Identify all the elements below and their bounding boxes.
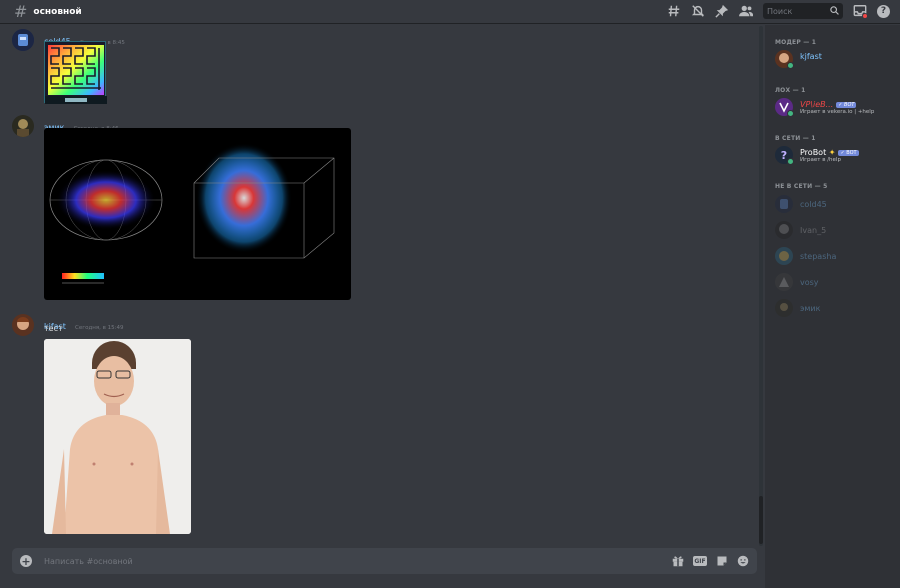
- notification-dot: [862, 13, 868, 19]
- avatar: [775, 195, 793, 213]
- online-status-icon: [787, 158, 794, 165]
- mute-icon[interactable]: [691, 4, 705, 18]
- hilbert-curve-image[interactable]: [44, 41, 107, 104]
- member-list: МОДЕР — 1 kjfast ЛОХ — 1 VP\ieB... ✓ BOT …: [765, 25, 900, 588]
- section-title-loh: ЛОХ — 1: [775, 87, 806, 94]
- gif-button[interactable]: GIF: [693, 556, 707, 566]
- search-placeholder: Поиск: [767, 6, 793, 16]
- member-activity: Играет в /help: [800, 157, 841, 163]
- member-item[interactable]: Ivan_5: [775, 221, 895, 243]
- message-text: тест: [44, 324, 63, 333]
- avatar: [775, 247, 793, 265]
- search-icon: [830, 5, 839, 17]
- member-name: stepasha: [800, 252, 837, 261]
- inbox-icon[interactable]: [853, 4, 868, 19]
- member-item[interactable]: vosy: [775, 273, 895, 295]
- message-list[interactable]: cold45 Сегодня, в 8:45: [0, 25, 760, 545]
- member-name: эмик: [800, 304, 821, 313]
- member-name: ProBot ✦ ✓ BOT: [800, 148, 859, 157]
- avatar[interactable]: [12, 29, 34, 51]
- avatar[interactable]: [12, 314, 34, 336]
- channel-header: # основной Поиск ?: [0, 0, 900, 24]
- channel-hash-icon: #: [14, 1, 28, 21]
- member-item[interactable]: stepasha: [775, 247, 895, 269]
- members-icon[interactable]: [739, 4, 753, 18]
- member-name: Ivan_5: [800, 226, 827, 235]
- member-item[interactable]: kjfast: [775, 50, 895, 72]
- header-toolbar: Поиск ?: [667, 3, 890, 19]
- emoji-icon[interactable]: [737, 555, 749, 567]
- section-title-moder: МОДЕР — 1: [775, 39, 817, 46]
- bot-tag: ✓ BOT: [836, 102, 857, 108]
- threads-icon[interactable]: [667, 4, 681, 18]
- member-item[interactable]: VP\ieB... ✓ BOT Играет в vekera.io | +hel…: [775, 98, 895, 120]
- message-composer: + Написать #основной GIF: [12, 548, 757, 574]
- search-input[interactable]: Поиск: [763, 3, 843, 19]
- sticker-icon[interactable]: [716, 555, 728, 567]
- avatar: [775, 273, 793, 291]
- channel-name: основной: [33, 6, 82, 17]
- sparkle-icon: ✦: [828, 148, 836, 157]
- member-name: cold45: [800, 200, 827, 209]
- avatar: [775, 221, 793, 239]
- member-name: VP\ieB... ✓ BOT: [800, 100, 857, 109]
- member-name: kjfast: [800, 52, 822, 61]
- galaxy-map-image[interactable]: [44, 128, 351, 300]
- section-title-offline: НЕ В СЕТИ — 5: [775, 183, 828, 190]
- chat-scrollbar[interactable]: [759, 26, 763, 546]
- photo-image[interactable]: [44, 339, 191, 534]
- member-item[interactable]: cold45: [775, 195, 895, 217]
- online-status-icon: [787, 62, 794, 69]
- member-activity: Играет в vekera.io | +help: [800, 109, 875, 115]
- online-status-icon: [787, 110, 794, 117]
- message-input[interactable]: Написать #основной: [44, 557, 672, 566]
- member-item[interactable]: эмик: [775, 299, 895, 321]
- scrollbar-thumb[interactable]: [759, 496, 763, 544]
- composer-tools: GIF: [672, 555, 749, 567]
- section-title-online: В СЕТИ — 1: [775, 135, 816, 142]
- avatar[interactable]: [12, 115, 34, 137]
- pin-icon[interactable]: [715, 4, 729, 18]
- attach-plus-icon[interactable]: +: [20, 555, 32, 567]
- timestamp: Сегодня, в 15:49: [74, 325, 124, 331]
- member-name: vosy: [800, 278, 819, 287]
- help-icon[interactable]: ?: [877, 4, 890, 18]
- member-item[interactable]: ? ProBot ✦ ✓ BOT Играет в /help: [775, 146, 895, 168]
- avatar: [775, 299, 793, 317]
- gift-icon[interactable]: [672, 555, 684, 567]
- bot-tag: ✓ BOT: [838, 150, 859, 156]
